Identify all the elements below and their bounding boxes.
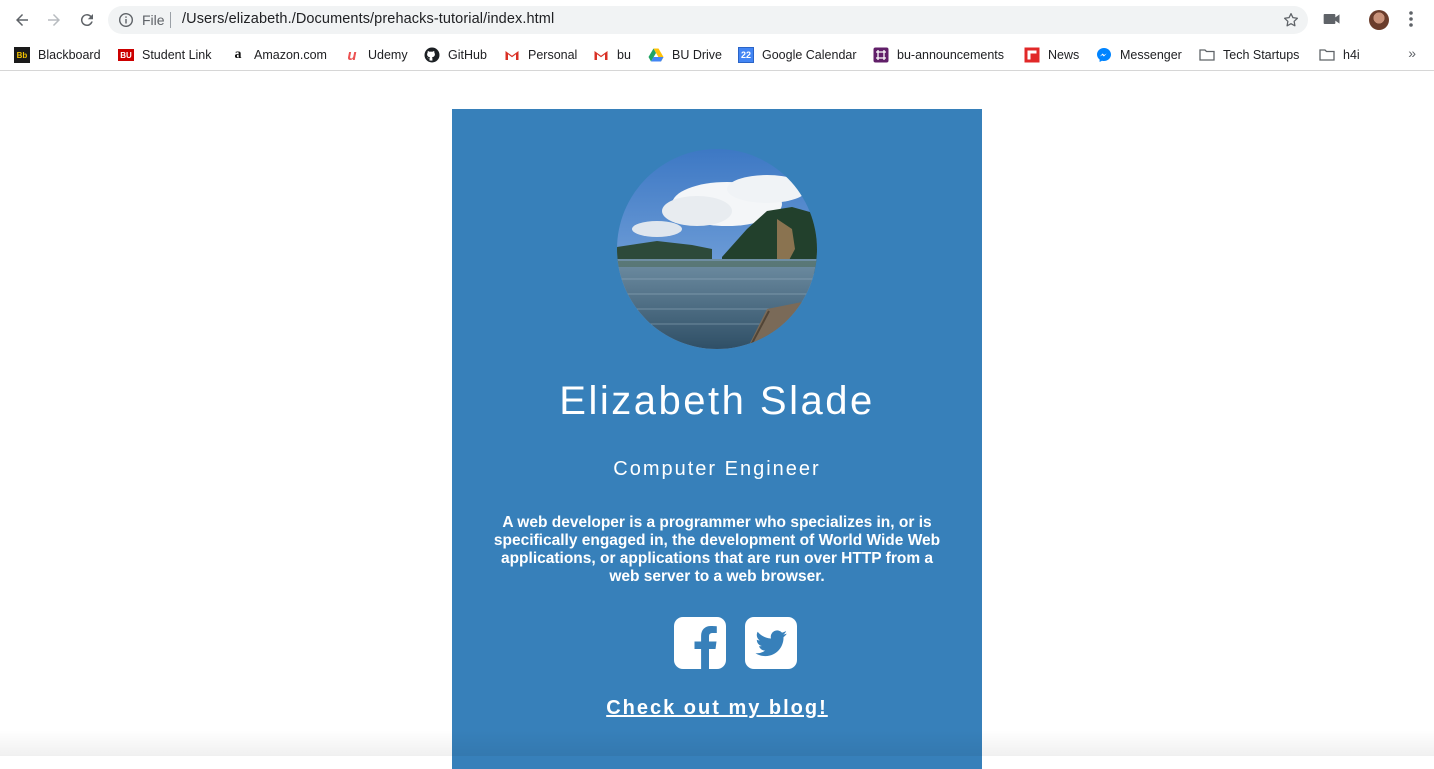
gmail-icon (594, 51, 608, 60)
lake-landscape-image (617, 149, 817, 349)
bookmark-h4i[interactable]: h4i (1319, 44, 1360, 66)
bookmark-student-link[interactable]: BU Student Link (118, 44, 212, 66)
chevron-double-right-icon[interactable]: » (1408, 45, 1416, 61)
bookmark-label: News (1048, 48, 1080, 62)
github-icon (424, 47, 440, 63)
bu-icon: BU (118, 49, 134, 61)
bookmark-label: Student Link (142, 48, 212, 62)
url-scheme: File (142, 12, 165, 28)
back-button[interactable] (10, 8, 34, 32)
folder-icon (1199, 49, 1215, 61)
video-camera-icon[interactable] (1322, 9, 1342, 29)
url-divider (170, 12, 171, 28)
bookmark-label: BU Drive (672, 48, 723, 62)
bookmark-label: h4i (1343, 48, 1360, 62)
profile-bio: A web developer is a programmer who spec… (493, 514, 941, 585)
bookmark-label: Tech Startups (1223, 48, 1300, 62)
address-bar[interactable]: File /Users/elizabeth./Documents/prehack… (108, 6, 1308, 34)
bookmark-label: bu-announcements (897, 48, 1005, 62)
profile-name: Elizabeth Slade (559, 379, 875, 423)
bookmark-bu-drive[interactable]: BU Drive (648, 44, 722, 66)
bookmark-messenger[interactable]: Messenger (1096, 44, 1182, 66)
bookmark-amazon[interactable]: a Amazon.com (230, 44, 327, 66)
reload-button[interactable] (75, 8, 99, 32)
bookmark-github[interactable]: GitHub (424, 44, 487, 66)
bookmark-label: Messenger (1120, 48, 1182, 62)
bookmark-personal[interactable]: Personal (504, 44, 577, 66)
bookmark-star-icon[interactable] (1282, 11, 1300, 29)
blackboard-icon: Bb (14, 47, 30, 63)
arrow-left-icon (16, 14, 28, 26)
profile-card: Elizabeth Slade Computer Engineer A web … (452, 109, 982, 769)
bookmark-label: Amazon.com (254, 48, 327, 62)
amazon-icon: a (234, 47, 242, 62)
info-icon[interactable] (118, 12, 134, 28)
bookmarks-bar: Bb Blackboard BU Student Link a Amazon.c… (0, 40, 1434, 71)
blog-link[interactable]: Check out my blog! (452, 697, 982, 720)
gmail-icon (505, 51, 519, 60)
messenger-icon (1097, 48, 1111, 62)
google-drive-icon (648, 48, 664, 62)
more-vert-icon[interactable] (1402, 9, 1420, 29)
bookmark-udemy[interactable]: u Udemy (344, 44, 408, 66)
forward-button[interactable] (42, 8, 66, 32)
bookmark-tech-startups[interactable]: Tech Startups (1199, 44, 1299, 66)
bookmark-label: GitHub (448, 48, 487, 62)
flipboard-icon (1024, 47, 1040, 63)
google-calendar-icon: 22 (738, 47, 754, 63)
slack-icon (873, 47, 889, 63)
bookmark-blackboard[interactable]: Bb Blackboard (14, 44, 101, 66)
bookmark-label: Udemy (368, 48, 408, 62)
bookmark-google-calendar[interactable]: 22 Google Calendar (738, 44, 857, 66)
folder-icon (1319, 49, 1335, 61)
profile-avatar[interactable] (1369, 10, 1389, 30)
twitter-icon[interactable] (744, 616, 798, 670)
bookmark-label: bu (617, 48, 631, 62)
bookmark-label: Blackboard (38, 48, 101, 62)
profile-photo (617, 149, 817, 349)
browser-toolbar: File /Users/elizabeth./Documents/prehack… (0, 0, 1434, 40)
profile-role: Computer Engineer (613, 458, 821, 480)
facebook-icon[interactable] (673, 616, 727, 670)
bookmark-news[interactable]: News (1024, 44, 1079, 66)
bookmark-label: Personal (528, 48, 578, 62)
arrow-right-icon (48, 14, 60, 26)
bookmark-label: Google Calendar (762, 48, 857, 62)
reload-icon (80, 14, 93, 27)
url-text[interactable]: /Users/elizabeth./Documents/prehacks-tut… (182, 11, 554, 27)
udemy-icon: u (347, 46, 357, 64)
bookmark-bu-announcements[interactable]: bu-announcements (873, 44, 1004, 66)
bookmark-bu[interactable]: bu (593, 44, 631, 66)
